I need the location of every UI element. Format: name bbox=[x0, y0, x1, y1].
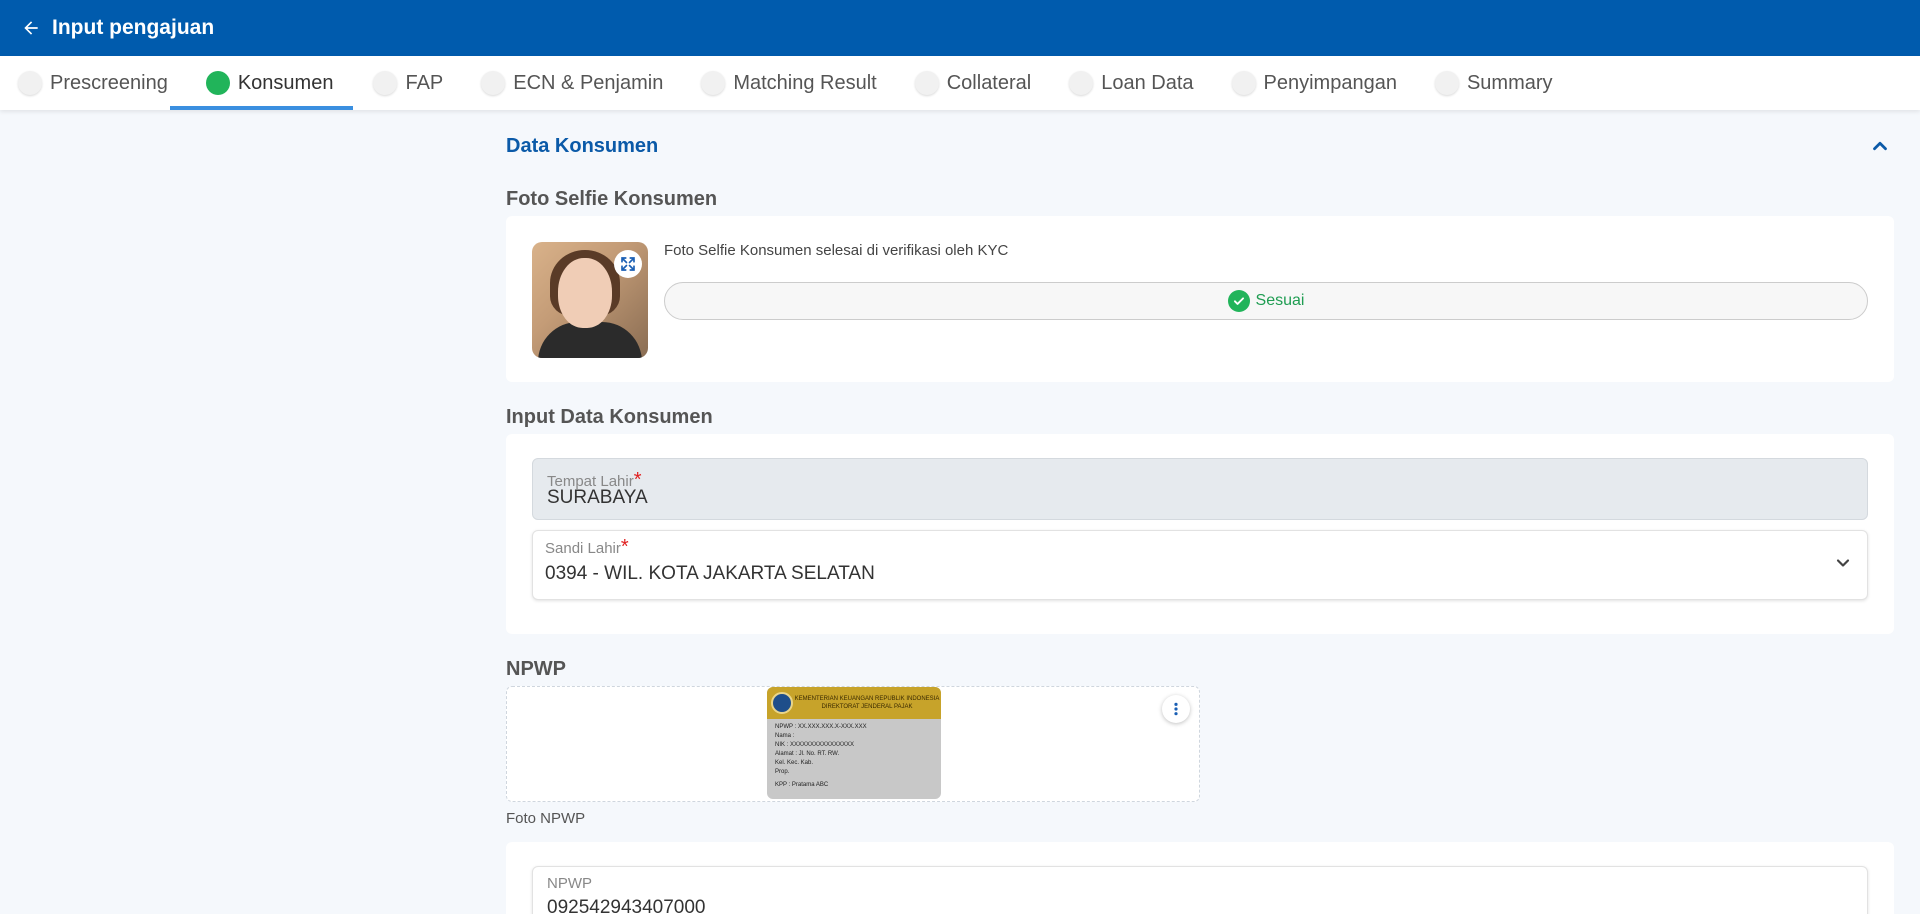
field-label-text: Sandi Lahir bbox=[545, 540, 621, 557]
tab-summary[interactable]: Summary bbox=[1417, 56, 1573, 110]
tab-label: Collateral bbox=[946, 71, 1032, 94]
npwp-photo-caption: Foto NPWP bbox=[506, 810, 586, 827]
selfie-heading: Foto Selfie Konsumen bbox=[506, 188, 718, 210]
sandi-lahir-label: Sandi Lahir* bbox=[545, 536, 629, 559]
step-status-dot bbox=[701, 71, 726, 95]
more-vertical-icon[interactable] bbox=[1162, 695, 1190, 723]
tab-label: ECN & Penjamin bbox=[513, 71, 664, 94]
tempat-lahir-field[interactable]: Tempat Lahir* SURABAYA bbox=[532, 458, 1868, 520]
npwp-card-line: Prop. bbox=[775, 769, 790, 775]
tab-matching-result[interactable]: Matching Result bbox=[683, 56, 896, 110]
status-text: Sesuai bbox=[1255, 292, 1305, 309]
section-header[interactable]: Data Konsumen bbox=[506, 132, 1894, 160]
check-circle-icon bbox=[1227, 290, 1250, 312]
step-status-dot bbox=[1231, 71, 1256, 95]
section-title: Data Konsumen bbox=[506, 134, 659, 157]
tab-label: Matching Result bbox=[733, 71, 877, 94]
tab-label: Loan Data bbox=[1101, 71, 1194, 94]
tab-ecn-penjamin[interactable]: ECN & Penjamin bbox=[463, 56, 683, 110]
npwp-field-label: NPWP bbox=[547, 875, 592, 892]
npwp-data-card: NPWP 092542943407000 bbox=[506, 842, 1894, 914]
tab-collateral[interactable]: Collateral bbox=[897, 56, 1051, 110]
tab-label: Penyimpangan bbox=[1263, 71, 1397, 94]
step-status-dot bbox=[373, 71, 398, 95]
step-status-dot bbox=[1434, 71, 1459, 95]
npwp-card-line: Kel. Kec. Kab. bbox=[775, 760, 814, 766]
npwp-field-value: 092542943407000 bbox=[547, 897, 706, 914]
npwp-card-details: NPWP : XX.XXX.XXX.X-XXX.XXX Nama : NIK :… bbox=[767, 719, 941, 794]
status-badge: Sesuai bbox=[664, 282, 1868, 320]
page-title: Input pengajuan bbox=[52, 16, 215, 39]
tab-fap[interactable]: FAP bbox=[353, 56, 463, 110]
tempat-lahir-value: SURABAYA bbox=[547, 487, 648, 508]
npwp-card-line: KPP : Pratama ABC bbox=[775, 782, 829, 788]
tab-loan-data[interactable]: Loan Data bbox=[1051, 56, 1213, 110]
step-status-dot bbox=[205, 71, 230, 95]
npwp-card-line: NPWP : XX.XXX.XXX.X-XXX.XXX bbox=[775, 724, 867, 730]
app-bar: Input pengajuan bbox=[0, 0, 1920, 56]
tab-prescreening[interactable]: Prescreening bbox=[18, 56, 188, 110]
step-tabs: Prescreening Konsumen FAP ECN & Penjamin… bbox=[0, 56, 1920, 110]
selfie-card: Foto Selfie Konsumen selesai di verifika… bbox=[506, 216, 1894, 382]
npwp-field[interactable]: NPWP 092542943407000 bbox=[532, 866, 1868, 914]
tab-penyimpangan[interactable]: Penyimpangan bbox=[1214, 56, 1417, 110]
npwp-card-line: NIK : XXXXXXXXXXXXXXXX bbox=[775, 742, 855, 748]
tab-label: Konsumen bbox=[237, 71, 334, 94]
chevron-down-icon[interactable] bbox=[1831, 551, 1855, 575]
selfie-photo[interactable] bbox=[532, 242, 648, 358]
npwp-photo-upload[interactable]: KEMENTERIAN KEUANGAN REPUBLIK INDONESIA … bbox=[506, 686, 1200, 802]
npwp-card-header: KEMENTERIAN KEUANGAN REPUBLIK INDONESIA … bbox=[793, 695, 941, 711]
npwp-card-line: Alamat : Jl. No. RT. RW. bbox=[775, 751, 840, 757]
npwp-card-line: Nama : bbox=[775, 733, 795, 739]
step-status-dot bbox=[914, 71, 939, 95]
step-status-dot bbox=[18, 71, 42, 95]
expand-icon[interactable] bbox=[614, 250, 642, 278]
sandi-lahir-select[interactable]: Sandi Lahir* 0394 - WIL. KOTA JAKARTA SE… bbox=[532, 530, 1868, 600]
tab-label: Summary bbox=[1466, 71, 1553, 94]
npwp-card-image[interactable]: KEMENTERIAN KEUANGAN REPUBLIK INDONESIA … bbox=[767, 687, 941, 799]
chevron-up-icon[interactable] bbox=[1866, 132, 1894, 160]
back-arrow-icon[interactable] bbox=[18, 15, 44, 41]
sandi-lahir-value: 0394 - WIL. KOTA JAKARTA SELATAN bbox=[545, 563, 875, 584]
step-status-dot bbox=[1069, 71, 1094, 95]
required-mark: * bbox=[620, 536, 629, 558]
input-data-heading: Input Data Konsumen bbox=[506, 406, 713, 428]
npwp-card-header-line: KEMENTERIAN KEUANGAN REPUBLIK INDONESIA bbox=[794, 696, 940, 702]
tab-konsumen[interactable]: Konsumen bbox=[169, 56, 354, 110]
input-data-card: Tempat Lahir* SURABAYA Sandi Lahir* 0394… bbox=[506, 434, 1894, 634]
verification-text: Foto Selfie Konsumen selesai di verifika… bbox=[664, 242, 1009, 259]
step-status-dot bbox=[481, 71, 506, 95]
garuda-emblem-icon bbox=[771, 692, 793, 714]
npwp-card-header-line: DIREKTORAT JENDERAL PAJAK bbox=[821, 704, 913, 710]
npwp-heading: NPWP bbox=[506, 658, 566, 680]
tab-label: Prescreening bbox=[50, 71, 168, 94]
tab-label: FAP bbox=[405, 71, 444, 94]
